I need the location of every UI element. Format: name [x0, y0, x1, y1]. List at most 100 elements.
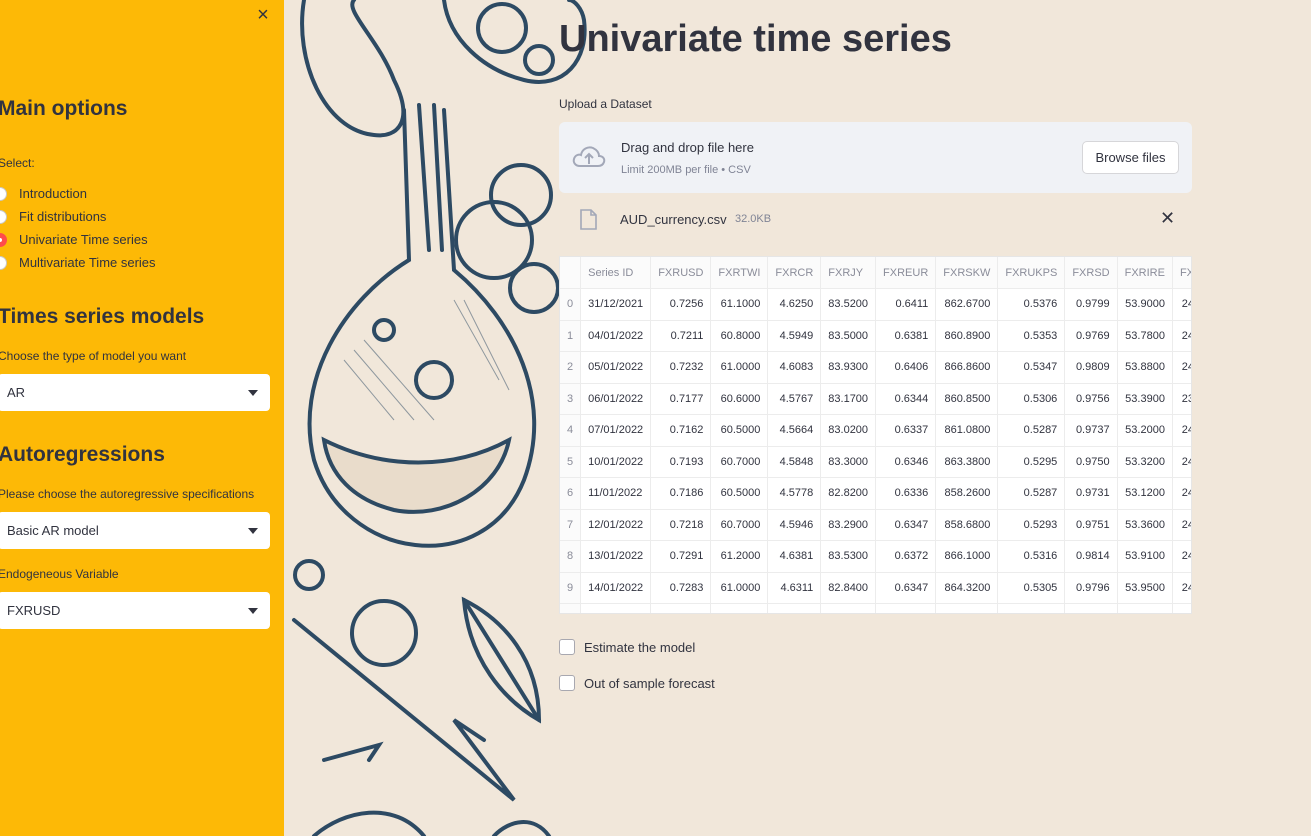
- table-cell[interactable]: 0.5305: [997, 572, 1066, 604]
- table-cell[interactable]: 0.5347: [997, 351, 1066, 384]
- table-cell[interactable]: 24: [1172, 540, 1191, 573]
- column-header[interactable]: FXRSKW: [935, 257, 999, 289]
- table-cell[interactable]: 0.9737: [1064, 414, 1118, 447]
- table-cell[interactable]: 0.6411: [875, 288, 937, 321]
- radio-univariate-time-series[interactable]: Univariate Time series: [0, 232, 148, 247]
- column-header[interactable]: FX: [1172, 257, 1191, 289]
- table-cell[interactable]: 0.5316: [997, 540, 1066, 573]
- table-cell[interactable]: 0.9756: [1064, 383, 1118, 415]
- table-cell[interactable]: 83.0200: [820, 414, 877, 447]
- table-cell[interactable]: 83.2900: [820, 509, 877, 541]
- table-cell[interactable]: 24: [1172, 572, 1191, 604]
- table-cell[interactable]: 0.9731: [1064, 477, 1118, 510]
- table-cell[interactable]: 0.7232: [650, 351, 712, 384]
- column-header[interactable]: FXRJY: [820, 257, 877, 289]
- table-cell[interactable]: 0.7283: [650, 572, 712, 604]
- table-cell[interactable]: 860.8900: [935, 320, 999, 352]
- table-cell[interactable]: 24: [1172, 509, 1191, 541]
- table-cell[interactable]: 0.9769: [1064, 320, 1118, 352]
- table-cell[interactable]: 0.7291: [650, 540, 712, 573]
- table-cell[interactable]: 4.5778: [767, 477, 822, 510]
- table-cell[interactable]: 82.8400: [820, 572, 877, 604]
- table-cell[interactable]: 60.7000: [710, 446, 769, 478]
- table-cell[interactable]: 24: [1172, 351, 1191, 384]
- column-header[interactable]: FXRSD: [1064, 257, 1118, 289]
- radio-circle[interactable]: [0, 186, 7, 201]
- table-cell[interactable]: 61.1000: [710, 288, 769, 321]
- table-cell[interactable]: 53.1200: [1117, 477, 1173, 510]
- table-cell[interactable]: 4.5767: [767, 383, 822, 415]
- table-cell[interactable]: 0.9799: [1064, 288, 1118, 321]
- table-cell[interactable]: 0.7186: [650, 477, 712, 510]
- autoregressive-spec-select[interactable]: Basic AR model: [0, 512, 270, 549]
- table-cell[interactable]: 24: [1172, 414, 1191, 447]
- table-cell[interactable]: 0.6347: [875, 509, 937, 541]
- table-cell[interactable]: 0.5293: [997, 509, 1066, 541]
- table-cell[interactable]: 858.2600: [935, 477, 999, 510]
- row-index[interactable]: 2: [560, 351, 582, 384]
- table-cell[interactable]: 0.7218: [650, 509, 712, 541]
- table-cell[interactable]: 60.7000: [710, 509, 769, 541]
- table-cell[interactable]: 53.7800: [1117, 320, 1173, 352]
- table-cell[interactable]: 0.5287: [997, 414, 1066, 447]
- table-cell[interactable]: 0.7177: [650, 383, 712, 415]
- table-cell[interactable]: 14/01/2022: [580, 572, 652, 604]
- table-cell[interactable]: 83.5000: [820, 320, 877, 352]
- table-cell[interactable]: 0.5376: [997, 288, 1066, 321]
- endogenous-variable-select[interactable]: FXRUSD: [0, 592, 270, 629]
- table-cell[interactable]: 4.6083: [767, 351, 822, 384]
- table-cell[interactable]: 83.1700: [820, 383, 877, 415]
- table-cell[interactable]: 60.5000: [710, 477, 769, 510]
- column-header[interactable]: FXRUKPS: [997, 257, 1066, 289]
- radio-circle[interactable]: [0, 209, 7, 224]
- table-cell[interactable]: 4.5949: [767, 320, 822, 352]
- table-cell[interactable]: 0.7193: [650, 446, 712, 478]
- table-cell[interactable]: 0.6336: [875, 477, 937, 510]
- table-cell[interactable]: 0.7211: [650, 320, 712, 352]
- row-index[interactable]: 1: [560, 320, 582, 352]
- dataframe-table[interactable]: Series ID FXRUSD FXRTWI FXRCR FXRJY FXRE…: [559, 256, 1192, 614]
- column-header[interactable]: [560, 257, 582, 289]
- browse-files-button[interactable]: Browse files: [1082, 141, 1179, 174]
- table-cell[interactable]: 4.6381: [767, 540, 822, 573]
- table-cell[interactable]: 10/01/2022: [580, 446, 652, 478]
- table-cell[interactable]: 860.8500: [935, 383, 999, 415]
- estimate-model-checkbox[interactable]: Estimate the model: [559, 639, 695, 655]
- table-cell[interactable]: 53.3200: [1117, 446, 1173, 478]
- row-index[interactable]: 9: [560, 572, 582, 604]
- table-cell[interactable]: 0.5306: [997, 383, 1066, 415]
- table-cell[interactable]: 31/12/2021: [580, 288, 652, 321]
- table-cell[interactable]: 83.5300: [820, 540, 877, 573]
- remove-file-close-icon[interactable]: ✕: [1160, 208, 1175, 229]
- table-cell[interactable]: 0.9751: [1064, 509, 1118, 541]
- table-cell[interactable]: 863.3800: [935, 446, 999, 478]
- table-cell[interactable]: 53.8800: [1117, 351, 1173, 384]
- column-header[interactable]: FXRCR: [767, 257, 822, 289]
- table-cell[interactable]: 53.9000: [1117, 288, 1173, 321]
- table-cell[interactable]: 0.5353: [997, 320, 1066, 352]
- table-cell[interactable]: 23: [1172, 383, 1191, 415]
- table-cell[interactable]: 53.9100: [1117, 540, 1173, 573]
- table-cell[interactable]: 0.9750: [1064, 446, 1118, 478]
- table-cell[interactable]: 4.6250: [767, 288, 822, 321]
- table-cell[interactable]: 0.7256: [650, 288, 712, 321]
- table-cell[interactable]: 24: [1172, 446, 1191, 478]
- table-cell[interactable]: 60.5000: [710, 414, 769, 447]
- table-cell[interactable]: 0.9809: [1064, 351, 1118, 384]
- radio-multivariate-time-series[interactable]: Multivariate Time series: [0, 255, 156, 270]
- row-index[interactable]: 8: [560, 540, 582, 573]
- radio-introduction[interactable]: Introduction: [0, 186, 87, 201]
- table-cell[interactable]: 864.3200: [935, 572, 999, 604]
- table-cell[interactable]: 24: [1172, 320, 1191, 352]
- table-cell[interactable]: 4.5664: [767, 414, 822, 447]
- column-header[interactable]: Series ID: [580, 257, 652, 289]
- table-cell[interactable]: 4.6311: [767, 572, 822, 604]
- radio-fit-distributions[interactable]: Fit distributions: [0, 209, 106, 224]
- table-cell[interactable]: 866.1000: [935, 540, 999, 573]
- column-header[interactable]: FXRTWI: [710, 257, 769, 289]
- table-cell[interactable]: 53.3600: [1117, 509, 1173, 541]
- table-cell[interactable]: 0.7162: [650, 414, 712, 447]
- table-cell[interactable]: 83.9300: [820, 351, 877, 384]
- row-index[interactable]: 3: [560, 383, 582, 415]
- table-cell[interactable]: 60.8000: [710, 320, 769, 352]
